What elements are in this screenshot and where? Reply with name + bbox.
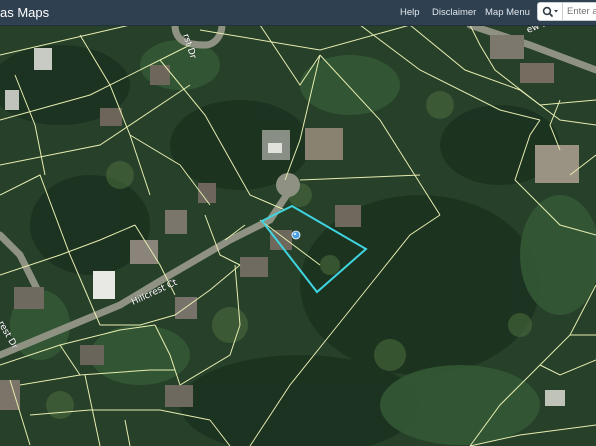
aerial-map-canvas[interactable]: rst Dr ew Dr Hillcrest Ct rest Dr	[0, 25, 596, 446]
nav-disclaimer-link[interactable]: Disclaimer	[432, 7, 476, 18]
location-pin-icon[interactable]	[291, 230, 301, 240]
top-navigation-bar: as Maps Help Disclaimer Map Menu	[0, 0, 596, 26]
nav-map-menu-link[interactable]: Map Menu	[485, 7, 530, 18]
map-view[interactable]: rst Dr ew Dr Hillcrest Ct rest Dr	[0, 25, 596, 446]
search-dropdown-button[interactable]	[537, 2, 563, 21]
app-title: as Maps	[0, 5, 50, 20]
caret-down-icon	[554, 10, 558, 13]
search-input[interactable]	[563, 2, 596, 21]
search-icon	[542, 6, 558, 17]
cul-de-sac	[276, 173, 300, 197]
nav-help-link[interactable]: Help	[400, 7, 420, 18]
